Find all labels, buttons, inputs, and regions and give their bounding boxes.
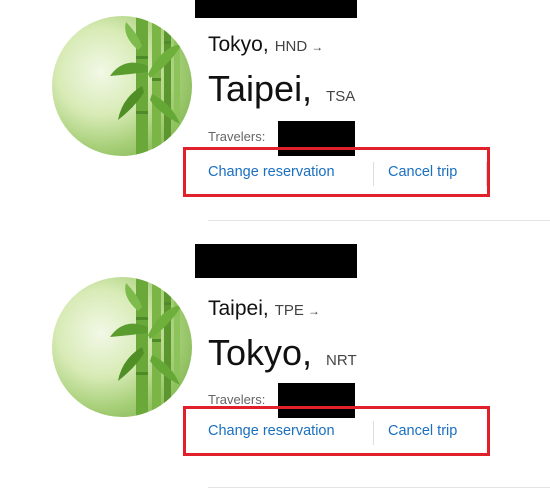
travelers-label: Travelers: [208,392,266,407]
origin-code: TPE [274,302,304,319]
bamboo-image [110,16,182,156]
arrow-right-icon: → [307,304,320,318]
origin-line: Taipei, TPE → [208,297,320,321]
arrow-right-icon: → [311,40,324,54]
origin-code: HND [274,38,308,55]
card-divider [208,220,550,221]
actions-highlight: Change reservation Cancel trip [183,406,490,456]
redacted-trip-name [195,0,357,18]
change-reservation-link[interactable]: Change reservation [208,164,335,180]
actions-highlight: Change reservation Cancel trip [183,147,490,197]
trip-card-2: Taipei, TPE → Tokyo, NRT Travelers: Change … [0,243,550,488]
redacted-trip-name [195,244,357,278]
destination-line: Taipei, TSA [208,68,355,110]
destination-code: TSA [326,88,356,105]
destination-image [52,277,192,417]
trip-card-1: Tokyo, HND → Taipei, TSA Travelers: Change … [0,0,550,240]
action-separator [373,162,374,186]
travelers-label: Travelers: [208,129,266,144]
origin-city: Taipei, [208,297,269,320]
destination-code: NRT [326,352,357,369]
cancel-trip-link[interactable]: Cancel trip [388,164,457,180]
origin-city: Tokyo, [208,33,269,56]
destination-image [52,16,192,156]
action-separator [486,162,487,186]
destination-city: Taipei, [208,68,313,109]
change-reservation-link[interactable]: Change reservation [208,423,335,439]
destination-city: Tokyo, [208,332,313,373]
cancel-trip-link[interactable]: Cancel trip [388,423,457,439]
origin-line: Tokyo, HND → [208,33,323,57]
bamboo-image [110,277,182,417]
action-separator [373,421,374,445]
destination-line: Tokyo, NRT [208,332,357,374]
